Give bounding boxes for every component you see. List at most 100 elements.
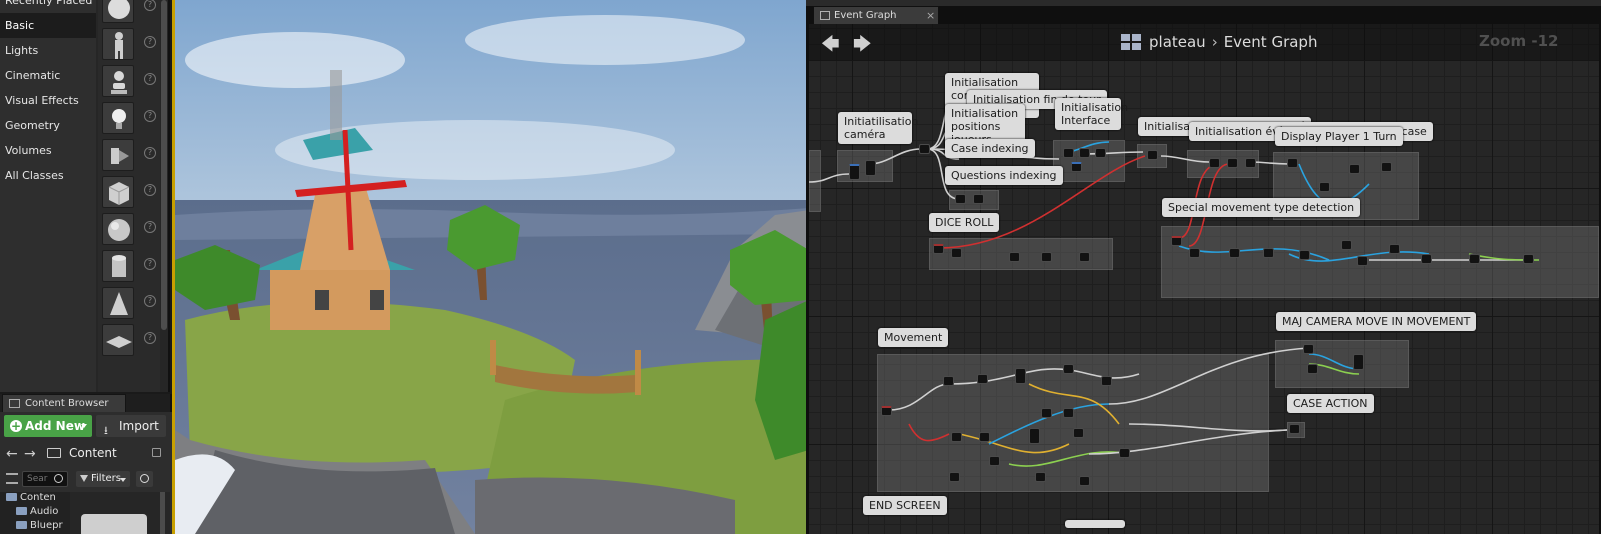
category-all-classes[interactable]: All Classes (0, 163, 96, 188)
lock-icon[interactable] (152, 448, 161, 457)
graph-node[interactable] (1307, 364, 1318, 374)
comment-title-case-action[interactable]: CASE ACTION (1287, 394, 1374, 413)
back-arrow-icon[interactable]: ← (6, 446, 18, 462)
graph-node[interactable] (951, 248, 962, 258)
graph-node[interactable] (1469, 254, 1480, 264)
graph-node[interactable] (1523, 254, 1534, 264)
folder-thumbnail[interactable] (81, 514, 147, 534)
breadcrumb-blueprint-name[interactable]: plateau (1149, 33, 1206, 51)
graph-node[interactable] (1073, 428, 1084, 438)
comment-box-camera-move[interactable] (1275, 340, 1409, 388)
close-icon[interactable]: × (926, 7, 935, 24)
asset-view-scrollbar[interactable] (160, 492, 165, 534)
graph-node[interactable] (1063, 408, 1074, 418)
category-volumes[interactable]: Volumes (0, 138, 96, 163)
graph-node[interactable] (1071, 162, 1082, 172)
graph-node[interactable] (1095, 148, 1106, 158)
graph-node[interactable] (1147, 150, 1158, 160)
comment-box[interactable] (809, 150, 821, 212)
graph-node[interactable] (973, 194, 984, 204)
asset-row-cylinder[interactable]: ? (98, 247, 160, 284)
tree-item-audio[interactable]: Audio (14, 506, 70, 519)
graph-node[interactable] (1035, 472, 1046, 482)
graph-node[interactable] (919, 144, 930, 154)
graph-node[interactable] (1263, 248, 1274, 258)
tree-item-content[interactable]: Conten (4, 492, 70, 505)
graph-node[interactable] (1063, 364, 1074, 374)
comment-title-player-turn[interactable]: Display Player 1 Turn (1275, 127, 1403, 146)
filters-button[interactable]: Filters (76, 471, 130, 487)
comment-title-interface[interactable]: Initialisation Interface (1055, 98, 1128, 130)
place-panel-scrollbar[interactable] (161, 0, 167, 330)
graph-node[interactable] (1353, 354, 1364, 370)
graph-node[interactable] (1287, 158, 1298, 168)
forward-arrow-icon[interactable]: → (24, 446, 36, 462)
graph-node[interactable] (1079, 148, 1090, 158)
help-icon[interactable]: ? (144, 221, 156, 233)
asset-row-cone[interactable]: ? (98, 284, 160, 321)
graph-node[interactable] (1319, 182, 1330, 192)
graph-node[interactable] (977, 374, 988, 384)
asset-row-cube[interactable]: ? (98, 173, 160, 210)
graph-node[interactable] (1303, 344, 1314, 354)
comment-title-dice-roll[interactable]: DICE ROLL (929, 213, 1000, 232)
category-geometry[interactable]: Geometry (0, 113, 96, 138)
comment-title-end-screen[interactable]: END SCREEN (863, 496, 947, 515)
path-crumb-content[interactable]: Content (69, 446, 117, 460)
graph-node[interactable] (989, 456, 1000, 466)
graph-node[interactable] (1079, 476, 1090, 486)
graph-node[interactable] (1119, 448, 1130, 458)
graph-node[interactable] (1189, 248, 1200, 258)
graph-node[interactable] (1209, 158, 1220, 168)
graph-node[interactable] (1299, 250, 1310, 260)
comment-title-case-indexing[interactable]: Case indexing (945, 139, 1035, 158)
comment-title-movement[interactable]: Movement (878, 328, 949, 347)
graph-node[interactable] (1009, 252, 1020, 262)
asset-row-sphere-reflection[interactable]: ? (98, 0, 160, 25)
graph-node[interactable] (1245, 158, 1256, 168)
graph-node[interactable] (1041, 408, 1052, 418)
content-browser-tab[interactable]: Content Browser (2, 394, 126, 412)
graph-node[interactable] (933, 244, 944, 254)
help-icon[interactable]: ? (144, 332, 156, 344)
graph-node[interactable] (1381, 162, 1392, 172)
graph-node[interactable] (865, 160, 876, 176)
event-graph-tab[interactable]: Event Graph × (813, 6, 939, 24)
graph-node[interactable] (943, 376, 954, 386)
add-new-button[interactable]: + Add New (4, 415, 92, 437)
graph-node[interactable] (1227, 158, 1238, 168)
category-cinematic[interactable]: Cinematic (0, 63, 96, 88)
level-viewport[interactable] (172, 0, 806, 534)
import-button[interactable]: ⭳ Import (96, 415, 166, 437)
tree-item-blueprints[interactable]: Bluepr (14, 520, 70, 533)
back-arrow-icon[interactable]: 🡄 (821, 32, 840, 62)
graph-node[interactable] (1015, 368, 1026, 384)
graph-node[interactable] (1101, 376, 1112, 386)
graph-node[interactable] (849, 164, 860, 180)
help-icon[interactable]: ? (144, 110, 156, 122)
sources-toggle-icon[interactable] (6, 473, 18, 484)
graph-node[interactable] (1421, 254, 1432, 264)
graph-node[interactable] (951, 432, 962, 442)
help-icon[interactable]: ? (144, 147, 156, 159)
event-graph-canvas[interactable]: 🡄 🡆 plateau › Event Graph Zoom -12 Initi… (809, 24, 1599, 534)
asset-row-player-start[interactable]: ? (98, 136, 160, 173)
help-icon[interactable]: ? (144, 184, 156, 196)
graph-node[interactable] (979, 432, 990, 442)
graph-node[interactable] (1341, 240, 1352, 250)
category-basic[interactable]: Basic (0, 13, 96, 38)
graph-node[interactable] (1079, 252, 1090, 262)
comment-box-movement[interactable] (877, 354, 1269, 492)
comment-title-questions-indexing[interactable]: Questions indexing (945, 166, 1063, 185)
graph-node[interactable] (1063, 148, 1074, 158)
graph-node[interactable] (1289, 424, 1300, 434)
graph-node[interactable] (949, 472, 960, 482)
comment-title-partial[interactable] (1065, 520, 1125, 528)
asset-search-button[interactable] (136, 471, 153, 487)
asset-row-plane[interactable]: ? (98, 321, 160, 358)
graph-node[interactable] (1349, 164, 1360, 174)
comment-title-camera[interactable]: Initiatilisation caméra (838, 112, 918, 144)
graph-node[interactable] (955, 194, 966, 204)
comment-box-interface[interactable] (1053, 140, 1125, 182)
graph-node[interactable] (1389, 244, 1400, 254)
